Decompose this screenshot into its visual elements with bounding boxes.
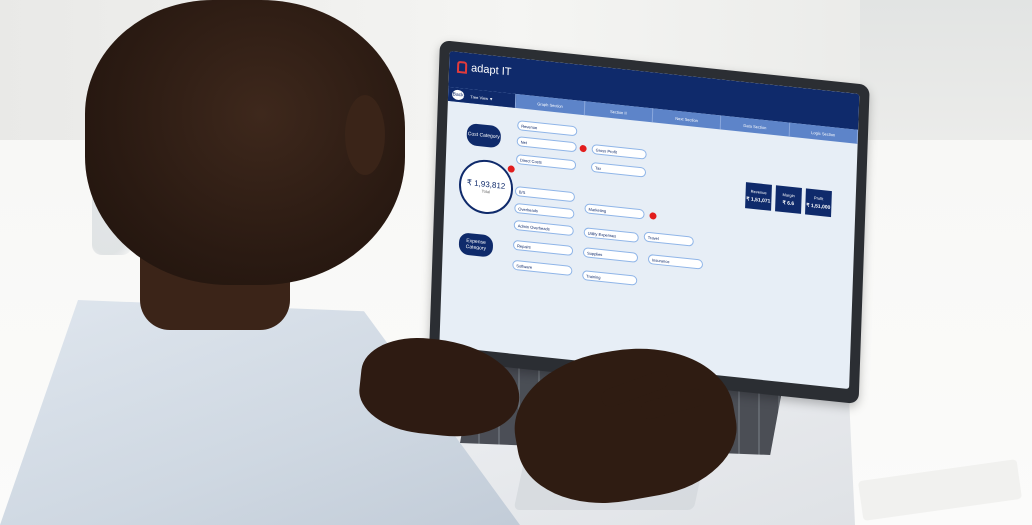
total-circle: ₹ 1,93,812 Total bbox=[458, 157, 514, 217]
kpi-value: ₹ 1,51,000 bbox=[806, 202, 831, 211]
tree-node-expense[interactable]: Expense Category bbox=[458, 232, 494, 258]
pill-bs[interactable]: B/S bbox=[514, 185, 576, 203]
pill-travel[interactable]: Travel bbox=[643, 231, 694, 247]
brand-name: adapt IT bbox=[470, 62, 512, 79]
total-caption: Total bbox=[481, 188, 491, 195]
pill-marketing[interactable]: Marketing bbox=[584, 203, 645, 220]
alert-dot bbox=[649, 212, 657, 220]
pill-net[interactable]: Net bbox=[516, 136, 577, 153]
kpi-card[interactable]: Margin ₹ 6.6 bbox=[775, 185, 802, 214]
pill-overheads[interactable]: Overheads bbox=[514, 202, 575, 220]
tree-node-cost[interactable]: Cost Category bbox=[466, 122, 502, 149]
pill-software[interactable]: Software bbox=[512, 259, 573, 276]
kpi-card[interactable]: Revenue ₹ 1,51,071 bbox=[745, 182, 772, 211]
kpi-card[interactable]: Profit ₹ 1,51,000 bbox=[805, 188, 832, 218]
pill-revenue[interactable]: Revenue bbox=[517, 120, 578, 137]
kpi-value: ₹ 1,51,071 bbox=[746, 196, 771, 205]
pill-insurance[interactable]: Insurance bbox=[647, 253, 704, 270]
kpi-label: Profit bbox=[813, 195, 824, 202]
pill-repairs[interactable]: Repairs bbox=[512, 239, 574, 257]
brand-logo-icon bbox=[456, 60, 468, 74]
pill-supplies[interactable]: Supplies bbox=[582, 247, 639, 263]
person-ear bbox=[345, 95, 385, 175]
pill-direct-costs[interactable]: Direct Costs bbox=[515, 154, 577, 171]
pill-training[interactable]: Training bbox=[582, 270, 638, 286]
alert-dot bbox=[507, 165, 515, 173]
kpi-value: ₹ 6.6 bbox=[782, 200, 795, 208]
kpi-label: Revenue bbox=[750, 188, 767, 196]
laptop-screen: adapt IT Tree View ▼ Graph Section Secti… bbox=[439, 51, 860, 390]
kpi-label: Margin bbox=[782, 191, 795, 199]
pill-gross-profit[interactable]: Gross Profit bbox=[591, 143, 647, 160]
pill-tax[interactable]: Tax bbox=[590, 161, 647, 178]
alert-dot bbox=[579, 144, 587, 153]
pill-utility[interactable]: Utility Expenses bbox=[583, 227, 639, 243]
brand-logo: adapt IT bbox=[456, 60, 512, 79]
pill-admin[interactable]: Admin Overheads bbox=[513, 219, 574, 237]
